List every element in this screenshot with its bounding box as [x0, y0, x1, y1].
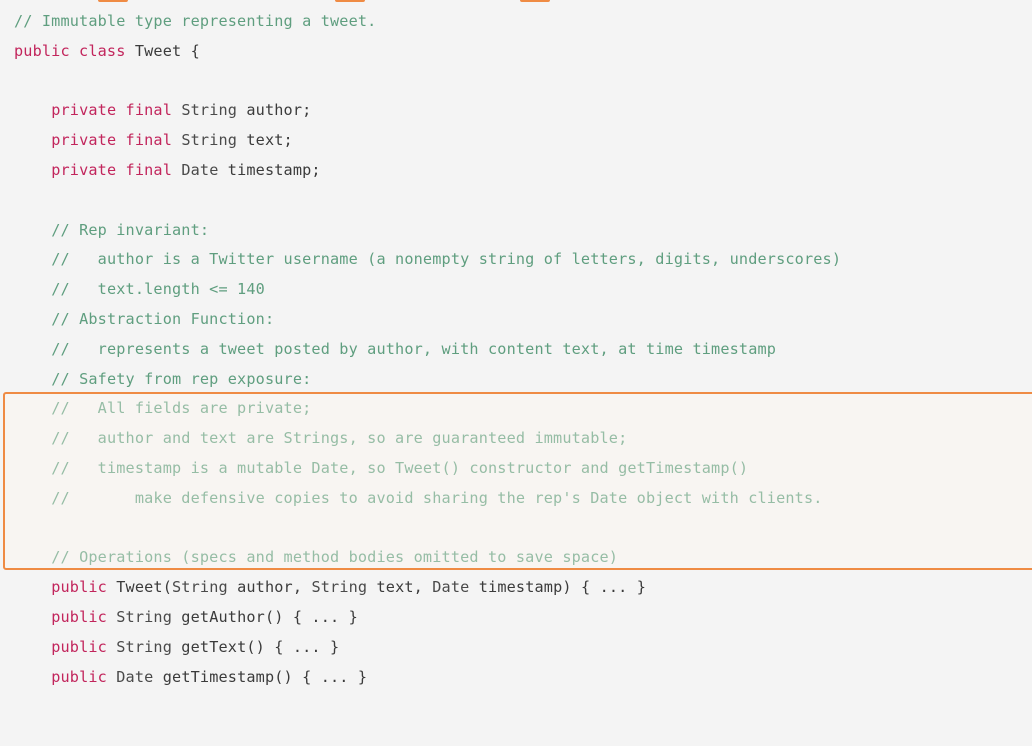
code-token: // Rep invariant: [51, 220, 210, 239]
code-line: public class Tweet { [14, 42, 200, 60]
code-line: public Date getTimestamp() { ... } [14, 668, 367, 686]
code-line: // author is a Twitter username (a nonem… [14, 250, 841, 268]
code-line: // text.length <= 140 [14, 280, 265, 298]
code-token: public [51, 578, 117, 597]
code-token: Date [432, 578, 470, 597]
code-line: // All fields are private; [14, 399, 311, 417]
code-token: text, [367, 578, 433, 597]
code-token: String [116, 637, 173, 656]
code-token: // All fields are private; [51, 399, 312, 418]
code-line: // make defensive copies to avoid sharin… [14, 489, 823, 507]
code-token: Date [181, 160, 219, 179]
code-token: public [51, 637, 117, 656]
code-token: // Safety from rep exposure: [51, 369, 312, 388]
code-token: public [51, 667, 117, 686]
code-line: // Abstraction Function: [14, 310, 274, 328]
code-token: Tweet { [134, 41, 200, 60]
code-token: public [51, 607, 117, 626]
code-screenshot: // Immutable type representing a tweet. … [0, 0, 1032, 746]
code-token: Date [116, 667, 154, 686]
code-token: private final [51, 160, 182, 179]
code-token: // represents a tweet posted by author, … [51, 339, 777, 358]
code-token: private final [51, 131, 182, 150]
code-token: author, [227, 578, 312, 597]
code-token: String [311, 578, 368, 597]
code-token: // timestamp is a mutable Date, so Tweet… [51, 458, 749, 477]
code-token: text; [237, 131, 293, 150]
code-line: // Operations (specs and method bodies o… [14, 548, 618, 566]
code-token: // author and text are Strings, so are g… [51, 429, 628, 448]
code-token: getText() { ... } [172, 637, 340, 656]
code-token: String [181, 101, 238, 120]
code-line: // timestamp is a mutable Date, so Tweet… [14, 459, 748, 477]
code-token: // Operations (specs and method bodies o… [51, 548, 619, 567]
code-line: private final Date timestamp; [14, 161, 321, 179]
code-line: // Safety from rep exposure: [14, 370, 311, 388]
code-token: // author is a Twitter username (a nonem… [51, 250, 842, 269]
clipped-highlight-1 [98, 0, 128, 2]
code-line: private final String text; [14, 131, 293, 149]
code-line: public Tweet(String author, String text,… [14, 578, 646, 596]
clipped-highlight-3 [520, 0, 550, 2]
code-line: public String getAuthor() { ... } [14, 608, 358, 626]
code-token: // make defensive copies to avoid sharin… [51, 488, 823, 507]
clipped-highlight-2 [335, 0, 365, 2]
code-line: // Immutable type representing a tweet. [14, 12, 376, 30]
code-line: private final String author; [14, 101, 311, 119]
code-token: String [172, 578, 228, 597]
code-line: // author and text are Strings, so are g… [14, 429, 627, 447]
code-token: String [116, 607, 173, 626]
code-token: public class [14, 41, 135, 60]
java-code-block[interactable]: // Immutable type representing a tweet. … [0, 0, 1032, 692]
code-token: Tweet( [116, 578, 173, 597]
code-line: // represents a tweet posted by author, … [14, 340, 776, 358]
code-surface: // Immutable type representing a tweet. … [0, 0, 1032, 746]
code-token: // Abstraction Function: [51, 309, 275, 328]
code-line: public String getText() { ... } [14, 638, 339, 656]
code-token: author; [237, 101, 312, 120]
code-token: String [181, 131, 238, 150]
code-token: // text.length <= 140 [51, 280, 265, 299]
code-token: getTimestamp() { ... } [153, 667, 368, 686]
code-line: // Rep invariant: [14, 221, 209, 239]
code-token: timestamp; [218, 160, 321, 179]
code-token: getAuthor() { ... } [172, 607, 358, 626]
code-token: timestamp) { ... } [469, 578, 647, 597]
code-token: // Immutable type representing a tweet. [14, 12, 377, 30]
code-token: private final [51, 101, 182, 120]
